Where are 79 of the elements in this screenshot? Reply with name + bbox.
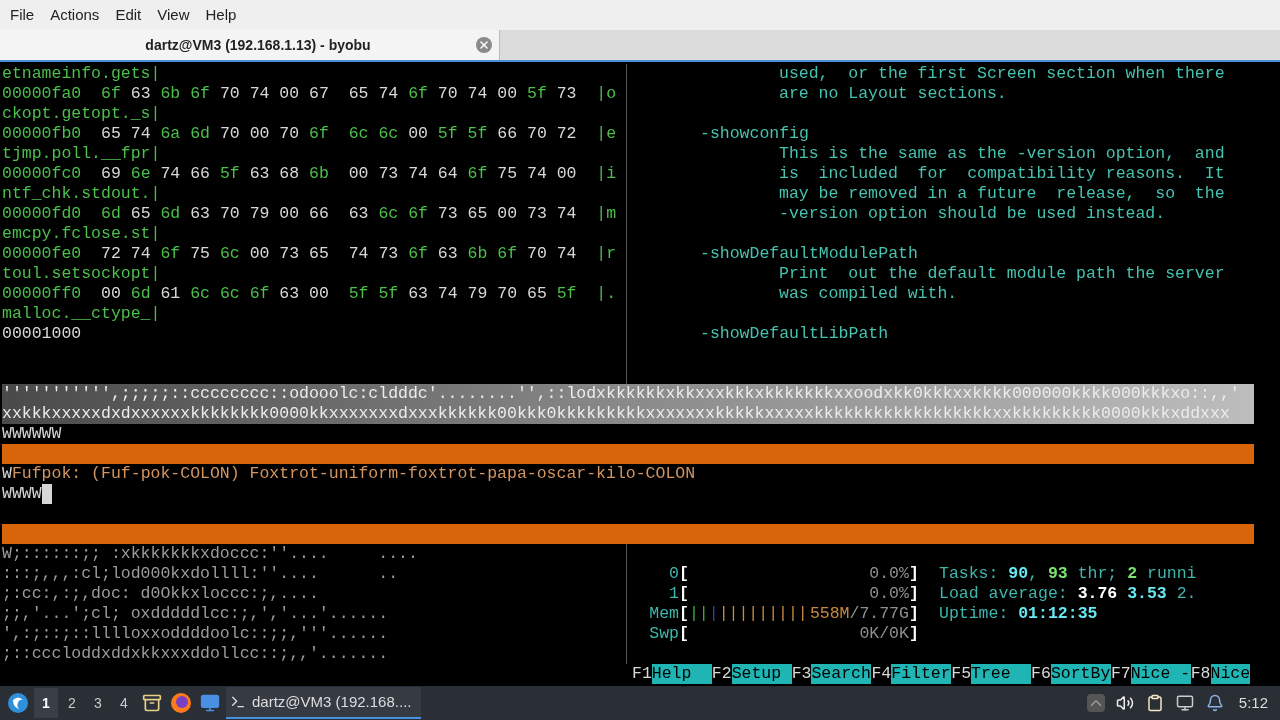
workspace-button[interactable]: 2 [60,688,84,718]
meter-bracket: [ [679,584,689,604]
console-line: WFufpok: (Fuf-pok-COLON) Foxtrot-uniform-foxtrot-papa-oscar-kilo-COLON [2,464,696,483]
close-tab-button[interactable] [476,37,492,53]
meter-bracket: [ [679,624,689,644]
hex-ascii-line: tjmp.poll.__fpr| [2,144,161,164]
meter-label: Mem [648,604,679,624]
hex-ascii-line: emcpy.fclose.st| [2,224,161,244]
manual-text: Print out the default module path the server [779,264,1225,283]
notification-icon[interactable] [1205,694,1224,712]
menu-item[interactable]: File [2,1,43,29]
workspace-button[interactable]: 3 [86,688,110,718]
manual-text: -version option should be used instead. [779,204,1166,223]
manual-text: is included for compatibility reasons. It [779,164,1225,183]
hex-line: 00000fd0 6d 65 6d 63 70 79 00 66 63 6c 6f 73 65 00 73 74 |m [2,204,617,224]
meter-label: 1 [668,584,679,604]
hex-ascii-line: malloc.__ctype_| [2,304,161,324]
console-line: WWWWWW [2,424,62,443]
meter-bracket: [ [679,604,689,624]
ascii-art-line: ;;,'...';cl; oxdddddlcc:;,','...'...... [2,604,389,624]
hex-ascii-line: ntf_chk.stdout.| [2,184,161,204]
browser-icon[interactable] [170,692,192,714]
manual-text: used, or the first Screen section when there [779,64,1225,83]
menu-item[interactable]: Actions [42,1,108,29]
meter-bracket: ] [908,624,919,644]
hex-line: 00000fe0 72 74 6f 75 6c 00 73 65 74 73 6f 63 6b 6f 70 74 |r [2,244,617,264]
system-stat: Uptime: 01:12:35 [939,604,1098,623]
command-input[interactable]: WWWW [2,484,42,504]
meter-fill: ||||||||| [718,604,808,624]
ascii-art-line: ;::cccloddxddxkkxxxddollcc::;,,'....... [2,644,389,664]
tray-expand-icon[interactable] [1086,694,1105,712]
terminal-tab[interactable]: dartz@VM3 (192.168.1.13) - byobu [0,30,500,60]
hex-line: 00000fc0 69 6e 74 66 5f 63 68 6b 00 73 74 64 6f 75 74 00 |i [2,164,617,184]
meter-label: Swp [648,624,679,644]
desktop-icon[interactable] [200,693,220,713]
manual-text: are no Layout sections. [779,84,1007,103]
system-stat: Tasks: 90, 93 thr; 2 runni [939,564,1197,583]
meter-bracket: ] [908,564,919,584]
hex-line: 00000fa0 6f 63 6b 6f 70 74 00 67 65 74 6f 70 74 00 5f 73 |o [2,84,617,104]
meter-reading: 0.0% [869,564,909,584]
manual-text: This is the same as the -version option, and [779,144,1225,163]
menu-item[interactable]: View [149,1,198,29]
meter-reading: 558M/7.77G [809,604,909,624]
meter-bracket: [ [679,564,689,584]
file-cabinet-icon[interactable] [142,693,162,713]
ascii-art-line: :::;,,,:cl;lod000kxdollll:''.... .. [2,564,399,584]
system-stat: Load average: 3.76 3.53 2. [939,584,1197,603]
clipboard-icon[interactable] [1145,694,1164,712]
option-name: -showDefaultModulePath [700,244,918,263]
hex-line: 00000fb0 65 74 6a 6d 70 00 70 6f 6c 6c 00 5f 5f 66 70 72 |e [2,124,617,144]
hex-offset: 00001000 [2,324,82,344]
menu-item[interactable]: Edit [107,1,150,29]
manual-text: may be removed in a future release, so the [779,184,1225,203]
meter-fill: | [708,604,719,624]
option-name: -showconfig [700,124,809,143]
workspace-button[interactable]: 4 [112,688,136,718]
meter-reading: 0K/0K [859,624,909,644]
meter-reading: 0.0% [869,584,909,604]
meter-bracket: ] [908,584,919,604]
terminal-icon [230,694,246,710]
hex-line: 00000ff0 00 6d 61 6c 6c 6f 63 00 5f 5f 63 74 79 70 65 5f |. [2,284,617,304]
hex-ascii-line: ckopt.getopt._s| [2,104,161,124]
meter-bracket: ] [908,604,919,624]
workspace-button[interactable]: 1 [34,688,58,718]
menu-item[interactable]: Help [197,1,245,29]
close-icon [478,39,490,51]
ascii-art-line: ;:cc:,:;,doc: d0Okkxloccc:;,.... [2,584,319,604]
meter-fill: || [688,604,709,624]
hex-ascii-line: etnameinfo.gets| [2,64,161,84]
meter-label: 0 [668,564,679,584]
hex-ascii-line: toul.setsockopt| [2,264,161,284]
manual-text: was compiled with. [779,284,958,303]
task-button[interactable]: dartz@VM3 (192.168.... [226,687,421,719]
ascii-art-line: ',:;::;::lllloxxoddddoolc::;;,'''...... [2,624,389,644]
option-name: -showDefaultLibPath [700,324,889,343]
logo-icon[interactable] [6,691,30,715]
volume-icon[interactable] [1115,694,1134,712]
ascii-art-line: W;::::::;; :xkkkkkkkxdoccc:''.... .... [2,544,418,564]
clock[interactable]: 5:12 [1230,691,1276,715]
